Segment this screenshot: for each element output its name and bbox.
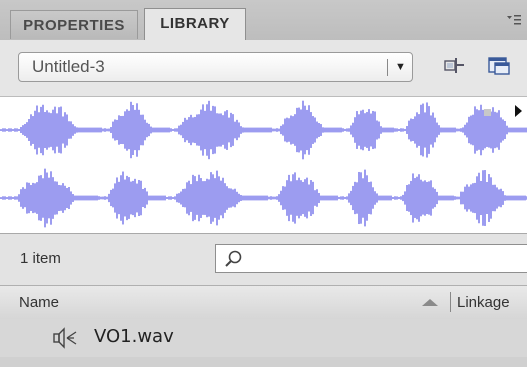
sort-ascending-icon[interactable] <box>422 299 438 306</box>
panel-menu-icon[interactable] <box>507 14 521 26</box>
sound-icon <box>52 327 78 349</box>
sound-preview <box>0 96 527 233</box>
tab-properties[interactable]: PROPERTIES <box>10 10 138 39</box>
new-library-panel-icon[interactable] <box>486 53 512 79</box>
library-select-value: Untitled-3 <box>32 57 105 76</box>
column-name[interactable]: Name <box>19 294 59 311</box>
item-count: 1 item <box>20 250 61 267</box>
library-item-list: VO1.wav <box>0 319 527 367</box>
stop-icon[interactable] <box>484 109 491 116</box>
list-item[interactable]: VO1.wav <box>0 319 527 357</box>
list-empty-area <box>0 357 527 367</box>
column-divider[interactable] <box>450 292 451 312</box>
library-panel: PROPERTIES LIBRARY Untitled-3 ▼ 1 item N… <box>0 0 527 367</box>
pin-icon[interactable] <box>441 53 467 79</box>
panel-tab-strip: PROPERTIES LIBRARY <box>0 0 527 41</box>
library-status-row: 1 item <box>0 233 527 285</box>
waveform-graphic <box>0 100 527 228</box>
column-linkage[interactable]: Linkage <box>457 294 510 311</box>
select-divider <box>387 59 388 76</box>
search-icon <box>225 250 242 267</box>
library-select[interactable]: Untitled-3 ▼ <box>18 52 413 82</box>
chevron-down-icon[interactable]: ▼ <box>395 53 406 81</box>
list-item-label: VO1.wav <box>94 326 174 347</box>
play-icon[interactable] <box>515 105 522 117</box>
column-header: Name Linkage <box>0 285 527 320</box>
tab-library[interactable]: LIBRARY <box>144 8 246 41</box>
library-chooser-row: Untitled-3 ▼ <box>0 40 527 96</box>
search-input[interactable] <box>215 244 527 273</box>
